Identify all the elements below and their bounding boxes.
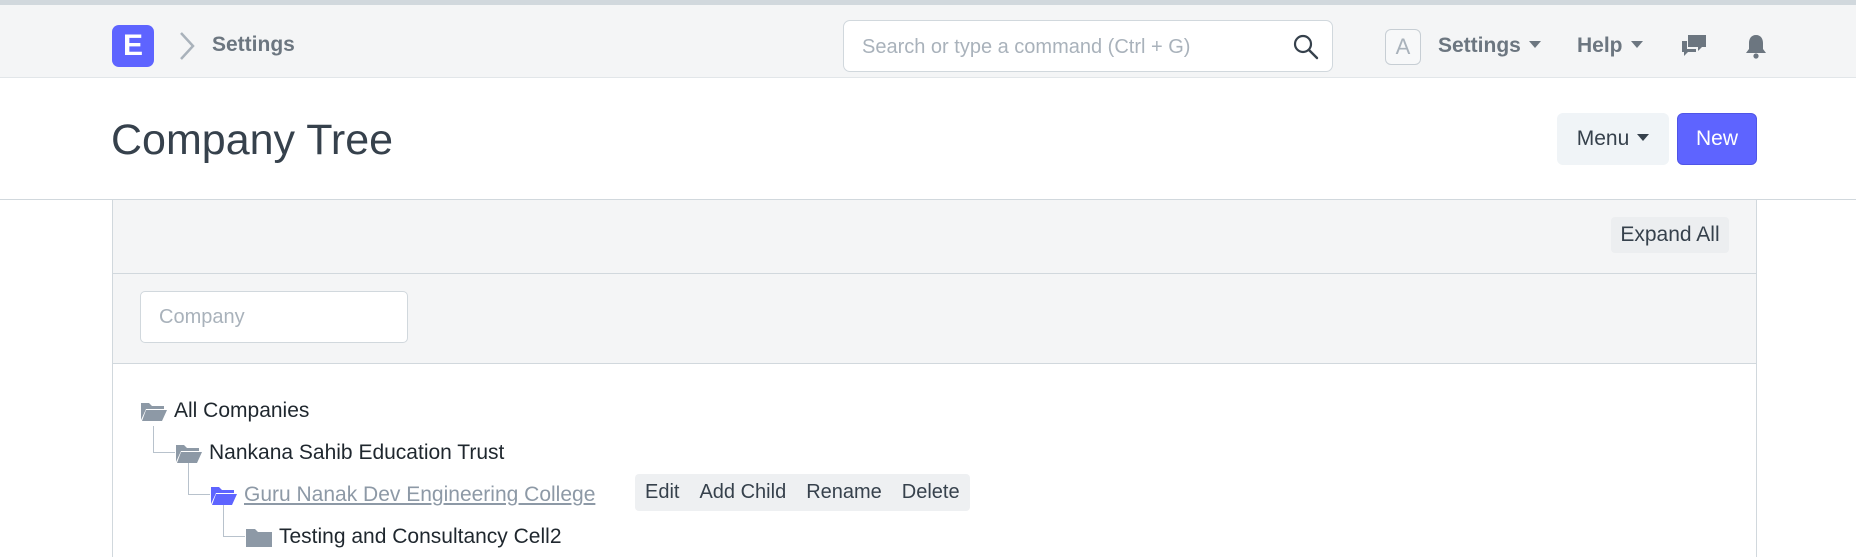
navbar: E Settings A Settings Help [0, 0, 1856, 78]
tree-panel-toolbar: Expand All [113, 200, 1756, 274]
page-header: Company Tree Menu New [0, 78, 1856, 200]
help-dropdown[interactable]: Help [1577, 34, 1643, 58]
settings-dropdown-label: Settings [1438, 34, 1521, 57]
tree-filter-bar [113, 274, 1756, 364]
tree-node-nankana-sahib[interactable]: Nankana Sahib Education Trust [175, 436, 504, 470]
caret-down-icon [1528, 41, 1541, 49]
settings-dropdown[interactable]: Settings [1438, 34, 1541, 58]
search-bar[interactable] [843, 20, 1333, 72]
company-filter-input[interactable] [140, 291, 408, 343]
tree-node-testing-consultancy[interactable]: Testing and Consultancy Cell2 [245, 520, 562, 554]
caret-down-icon [1630, 41, 1643, 49]
tree-node-label: Nankana Sahib Education Trust [209, 441, 505, 464]
search-icon[interactable] [1292, 33, 1320, 61]
help-dropdown-label: Help [1577, 34, 1623, 57]
app-logo[interactable]: E [112, 25, 154, 67]
tree-connector [223, 536, 245, 537]
chat-icon[interactable] [1680, 33, 1708, 59]
menu-button-label: Menu [1576, 127, 1630, 150]
tree-node-label: Testing and Consultancy Cell2 [279, 525, 562, 548]
chevron-right-icon [180, 32, 195, 60]
tree-connector [153, 452, 175, 453]
page-title: Company Tree [111, 116, 394, 164]
tree-connector [188, 494, 210, 495]
folder-open-icon [141, 403, 167, 421]
folder-open-icon [211, 487, 237, 505]
search-input[interactable] [862, 33, 1282, 61]
new-button[interactable]: New [1677, 113, 1757, 165]
bell-icon[interactable] [1742, 33, 1770, 59]
breadcrumb-settings[interactable]: Settings [212, 33, 295, 57]
tree-node-all-companies[interactable]: All Companies [140, 394, 309, 428]
folder-open-icon [176, 445, 202, 463]
tree-connector [153, 426, 154, 452]
tree-node-label: Guru Nanak Dev Engineering College [244, 483, 596, 506]
caret-down-icon [1637, 134, 1650, 142]
delete-node-button[interactable]: Delete [892, 474, 970, 511]
menu-button[interactable]: Menu [1557, 113, 1669, 165]
add-child-button[interactable]: Add Child [689, 474, 796, 511]
expand-all-button[interactable]: Expand All [1611, 217, 1729, 253]
tree-node-guru-nanak[interactable]: Guru Nanak Dev Engineering College [210, 478, 595, 512]
node-toolbar: Edit Add Child Rename Delete [635, 474, 970, 511]
tree-node-label: All Companies [174, 399, 310, 422]
folder-icon [246, 529, 272, 547]
rename-node-button[interactable]: Rename [796, 474, 892, 511]
avatar[interactable]: A [1385, 29, 1421, 65]
edit-node-button[interactable]: Edit [635, 474, 689, 511]
